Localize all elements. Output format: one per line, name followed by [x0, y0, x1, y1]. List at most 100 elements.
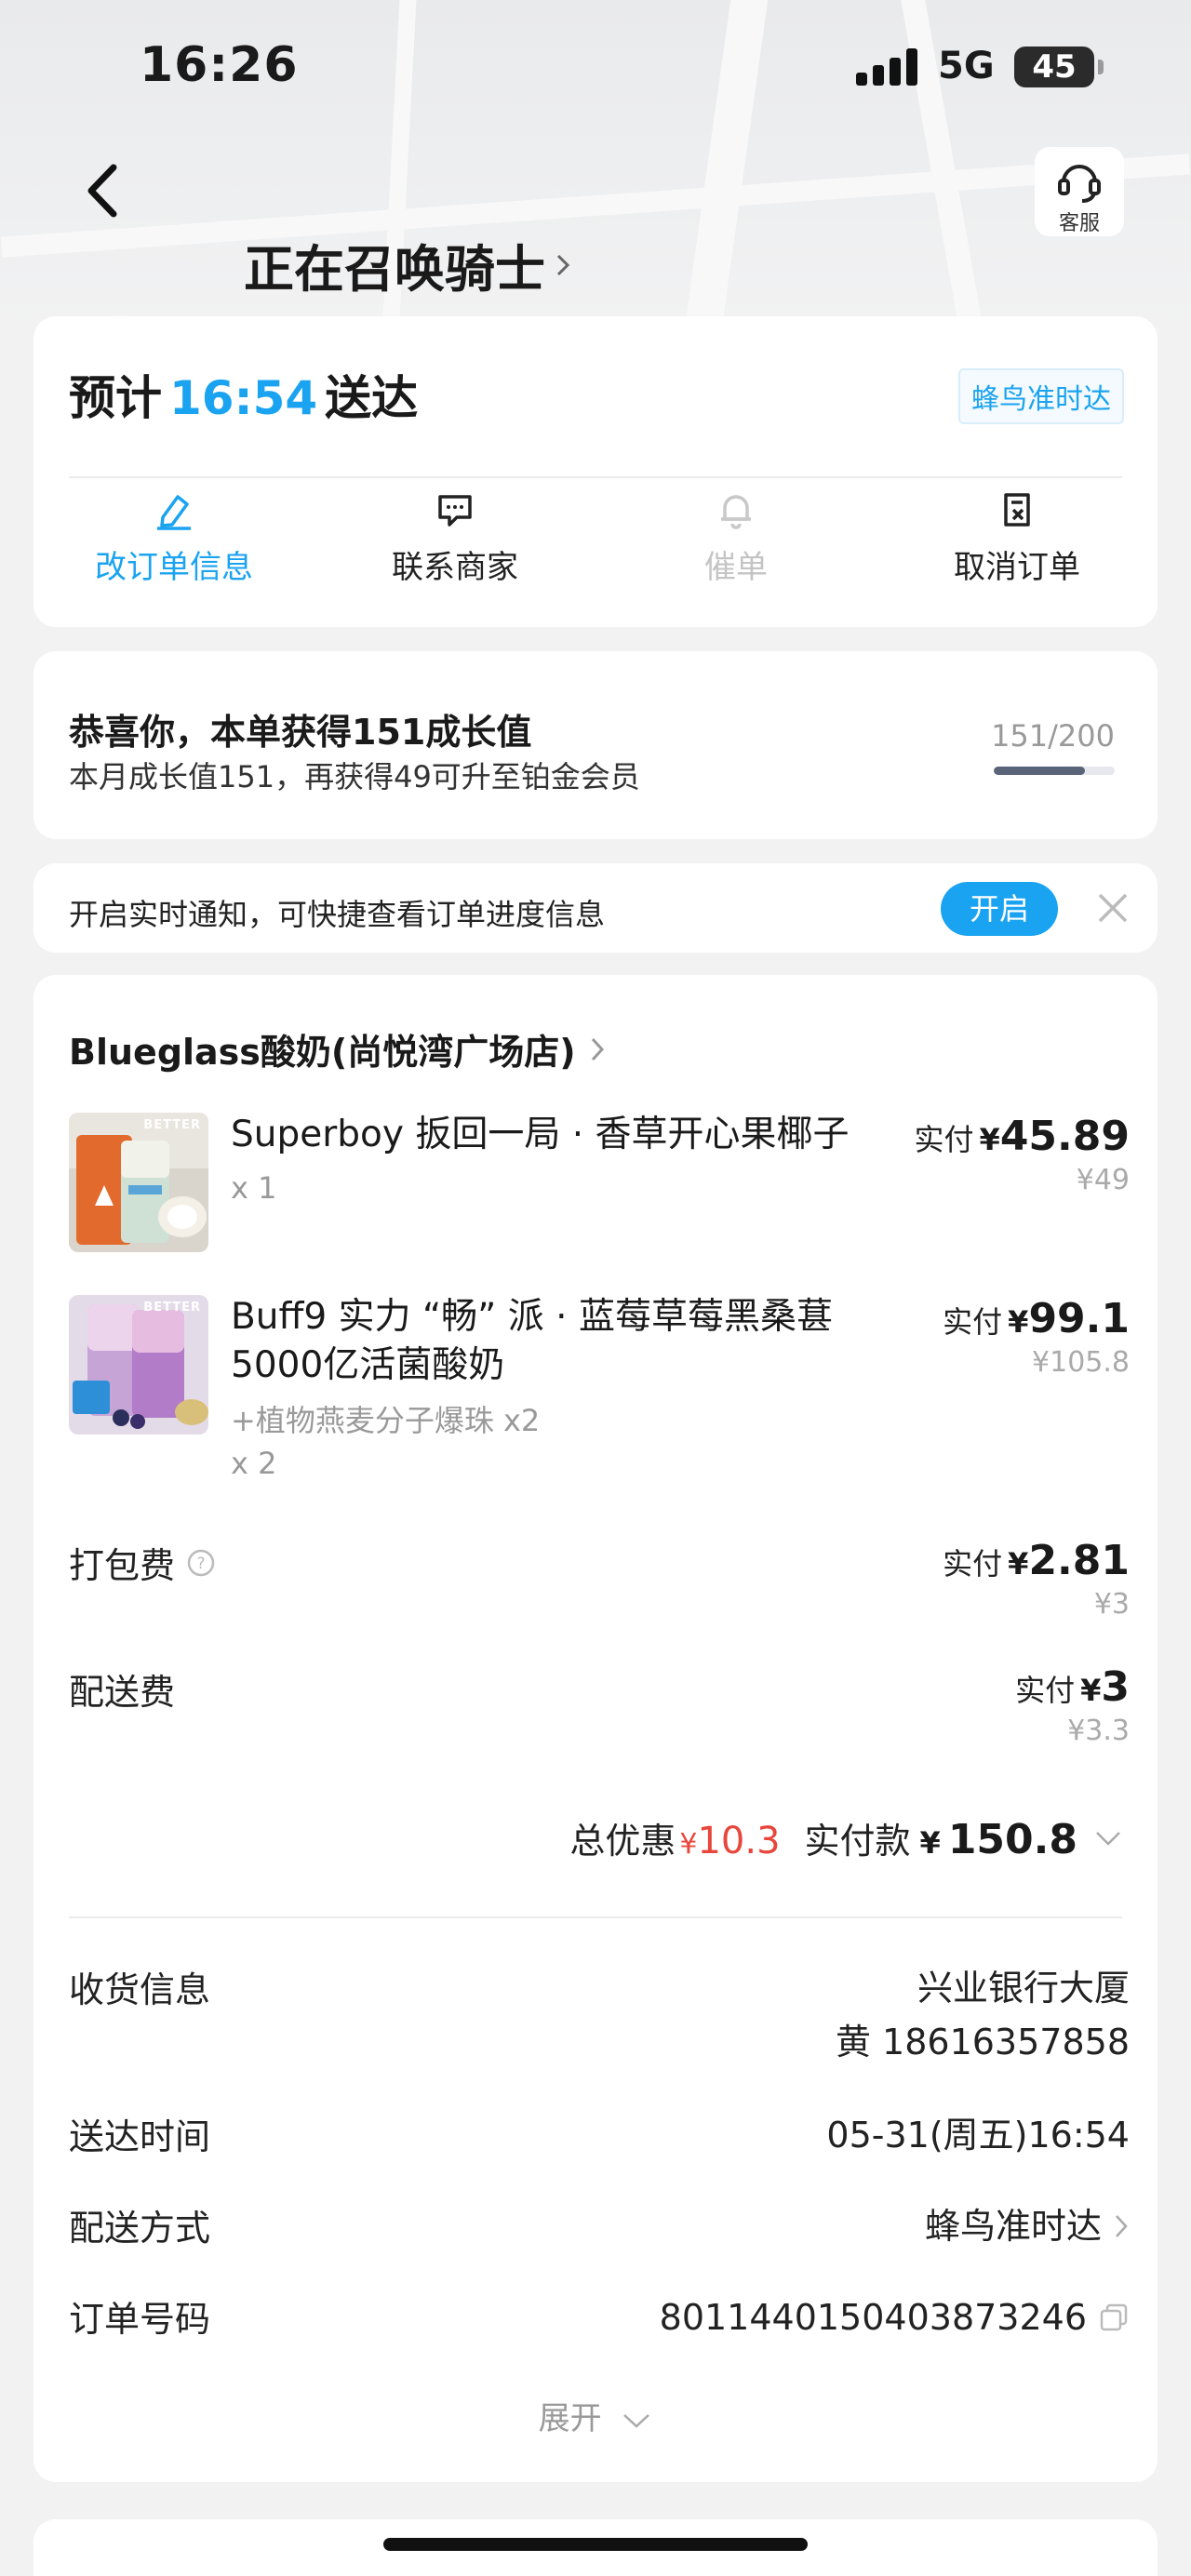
eta-time: 16:54: [169, 371, 318, 425]
original-price: ¥3: [1093, 1588, 1130, 1621]
home-indicator: [383, 2538, 808, 2551]
contact-merchant-button[interactable]: 联系商家: [314, 489, 596, 587]
growth-title: 恭喜你，本单获得151成长值: [69, 712, 532, 753]
item-qty: x 1: [231, 1170, 277, 1206]
packing-fee-row: 打包费 ? 实付 ¥2.81 ¥3: [69, 1537, 1130, 1648]
eta-suffix: 送达: [325, 371, 419, 425]
order-total[interactable]: 总优惠 ¥ 10.3 实付款 ¥ 150.8: [569, 1812, 1122, 1863]
delivery-card: 预计 16:54 送达 蜂鸟准时达 改订单信息 联系商家 催单 取消订单: [33, 316, 1158, 627]
item-name: Buff9 实力 “畅” 派 · 蓝莓草莓黑桑葚 5000亿活菌酸奶: [231, 1296, 833, 1386]
growth-progress-bar: [994, 767, 1115, 775]
delivery-fee-row: 配送费 实付 ¥3 ¥3.3: [69, 1663, 1130, 1775]
close-icon: [1098, 893, 1128, 923]
battery-icon: 45: [1014, 47, 1094, 87]
paid-amount: 2.81: [1028, 1537, 1130, 1584]
paid-amount: 99.1: [1028, 1295, 1130, 1342]
item-name: Superboy 扳回一局 · 香草开心果椰子: [231, 1114, 850, 1155]
chevron-down-icon: [1096, 1831, 1120, 1846]
shop-link[interactable]: Blueglass酸奶(尚悦湾广场店): [69, 1023, 606, 1074]
edit-icon: [157, 495, 191, 530]
cancel-order-button[interactable]: 取消订单: [877, 489, 1158, 587]
paid-total-currency: ¥: [919, 1825, 941, 1861]
status-time: 16:26: [140, 37, 299, 93]
original-price: ¥49: [1076, 1164, 1130, 1196]
chevron-right-icon: [1116, 2215, 1128, 2237]
shop-name: Blueglass酸奶(尚悦湾广场店): [69, 1032, 576, 1073]
copy-icon[interactable]: [1098, 2302, 1130, 2333]
urge-order-label: 催单: [704, 549, 768, 586]
eta-prefix: 预计: [69, 371, 162, 425]
fee-price: 实付 ¥3 ¥3.3: [1015, 1663, 1130, 1747]
thumb-brand: BETTER: [143, 1301, 201, 1315]
currency: ¥: [979, 1122, 1000, 1157]
delivery-method-value-wrap: 蜂鸟准时达: [925, 2199, 1130, 2253]
receiver-address: 兴业银行大厦: [917, 1968, 1130, 2009]
paid-total-amount: 150.8: [947, 1816, 1077, 1863]
urge-order-button[interactable]: 催单: [596, 489, 877, 587]
product-image-2: [69, 1295, 208, 1435]
headset-icon: [1058, 165, 1101, 203]
receiver-contact: 黄 18616357858: [835, 2022, 1130, 2062]
close-banner-button[interactable]: [1096, 891, 1130, 928]
item-price: 实付 ¥45.89 ¥49: [915, 1113, 1130, 1196]
order-card: Blueglass酸奶(尚悦湾广场店) BETTER Superboy 扳回一局…: [33, 975, 1158, 2482]
paid-label: 实付: [943, 1546, 1003, 1582]
order-item[interactable]: BETTER Buff9 实力 “畅” 派 · 蓝莓草莓黑桑葚 5000亿活菌酸…: [69, 1295, 1130, 1509]
item-image: BETTER: [69, 1295, 208, 1435]
enable-notify-button[interactable]: 开启: [941, 882, 1058, 936]
bell-icon: [721, 495, 751, 529]
delivery-time-row: 送达时间 05-31(周五)16:54: [69, 2108, 1130, 2164]
customer-service-button[interactable]: 客服: [1035, 147, 1124, 236]
paid-label: 实付: [914, 1122, 974, 1157]
fee-label: 打包费: [69, 1545, 176, 1586]
growth-count: 151/200: [991, 718, 1115, 754]
cancel-order-icon: [1004, 493, 1030, 527]
signal-icon: [856, 48, 921, 86]
order-number-row: 订单号码 8011440150403873246: [69, 2290, 1130, 2346]
edit-order-label: 改订单信息: [95, 549, 253, 586]
delivery-method-value: 蜂鸟准时达: [924, 2206, 1102, 2247]
order-number-label: 订单号码: [69, 2299, 211, 2340]
order-number: 8011440150403873246: [659, 2297, 1087, 2338]
expand-button[interactable]: 展开: [33, 2393, 1158, 2438]
growth-card[interactable]: 恭喜你，本单获得151成长值 本月成长值151，再获得49可升至铂金会员 151…: [33, 651, 1158, 839]
chevron-right-icon: [556, 254, 570, 275]
order-number-value-wrap: 8011440150403873246: [660, 2290, 1130, 2344]
svg-text:?: ?: [197, 1555, 206, 1573]
divider: [69, 1916, 1122, 1918]
paid-label: 实付: [943, 1304, 1003, 1340]
original-price: ¥3.3: [1067, 1715, 1130, 1747]
currency: ¥: [1080, 1673, 1102, 1708]
receiver-row: 收货信息 兴业银行大厦 黄 18616357858: [69, 1961, 1130, 2073]
chevron-left-icon: [87, 164, 117, 218]
battery-tip: [1098, 60, 1104, 74]
paid-amount: 3: [1101, 1663, 1130, 1711]
chevron-down-icon: [623, 2413, 650, 2428]
chat-icon: [438, 495, 472, 527]
order-item[interactable]: BETTER Superboy 扳回一局 · 香草开心果椰子 x 1 实付 ¥45…: [69, 1113, 1130, 1261]
back-button[interactable]: [74, 158, 130, 223]
help-icon[interactable]: ?: [186, 1548, 216, 1578]
fee-label-wrap: 配送费: [69, 1663, 1130, 1715]
edit-order-button[interactable]: 改订单信息: [33, 489, 314, 587]
eta-text: 预计 16:54 送达: [69, 361, 418, 428]
item-addon: +植物燕麦分子爆珠 x2: [231, 1403, 541, 1438]
page-title: 正在召唤骑士: [244, 240, 545, 299]
delivery-method-row[interactable]: 配送方式 蜂鸟准时达: [69, 2199, 1130, 2255]
delivery-time-value: 05-31(周五)16:54: [826, 2115, 1130, 2156]
currency: ¥: [1008, 1546, 1029, 1582]
receiver-value: 兴业银行大厦 黄 18616357858: [836, 1961, 1130, 2069]
paid-label: 实付: [1015, 1673, 1076, 1708]
product-image-1: [69, 1113, 208, 1252]
status-bar: 16:26 5G 45: [0, 0, 1191, 140]
currency: ¥: [1008, 1304, 1029, 1340]
expand-label: 展开: [538, 2400, 602, 2437]
order-status-title[interactable]: 正在召唤骑士: [244, 228, 571, 301]
item-qty: x 2: [231, 1446, 277, 1481]
chevron-right-icon: [591, 1037, 604, 1061]
discount-currency: ¥: [679, 1828, 698, 1861]
notify-banner: 开启实时通知，可快捷查看订单进度信息 开启: [33, 863, 1158, 953]
delivery-badge[interactable]: 蜂鸟准时达: [958, 368, 1124, 424]
notify-text: 开启实时通知，可快捷查看订单进度信息: [69, 897, 606, 932]
discount-amount: 10.3: [697, 1820, 781, 1862]
